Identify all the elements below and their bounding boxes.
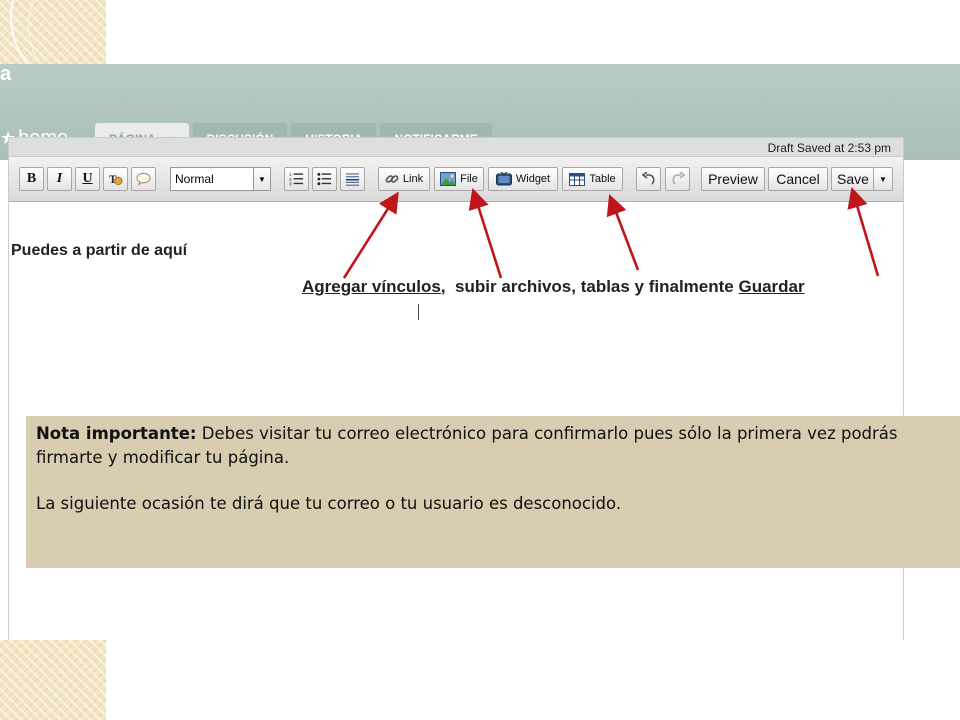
save-label: Save [837, 171, 869, 187]
bold-label: B [26, 171, 37, 186]
note-gap [36, 470, 950, 492]
format-value: Normal [175, 172, 214, 186]
annotation-text: Agregar vínculos, subir archivos, tablas… [302, 277, 805, 297]
widget-button[interactable]: Widget [488, 167, 558, 191]
redo-icon [672, 172, 685, 185]
bullet-list-icon [317, 172, 332, 186]
file-label: File [460, 173, 478, 185]
note-label: Nota importante: [36, 424, 197, 443]
numbered-list-icon: 1 2 3 [289, 172, 304, 187]
corner-decoration-bottom [0, 640, 106, 720]
site-title-fragment: a [0, 64, 12, 85]
annotation-middle: , subir archivos, tablas y finalmente [440, 277, 739, 296]
link-button[interactable]: Link [378, 167, 430, 191]
underline-label: U [82, 171, 93, 186]
text-color-icon: T [109, 174, 123, 186]
horizontal-rule-button[interactable] [340, 167, 365, 191]
numbered-list-button[interactable]: 1 2 3 [284, 167, 309, 191]
italic-label: I [56, 171, 63, 186]
bullet-list-button[interactable] [312, 167, 337, 191]
image-file-icon [440, 172, 457, 186]
widget-label: Widget [515, 173, 551, 185]
save-options-button[interactable]: ▼ [873, 167, 893, 191]
redo-button[interactable] [665, 167, 690, 191]
link-label: Link [402, 173, 424, 185]
editor-toolbar: B I U T Normal ▼ 1 2 3 Link File Widget … [9, 157, 903, 202]
chevron-down-icon: ▼ [253, 168, 270, 190]
speech-bubble-icon [136, 172, 151, 186]
table-icon [569, 172, 586, 186]
bold-button[interactable]: B [19, 167, 44, 191]
cancel-label: Cancel [776, 171, 820, 187]
editor-header: Draft Saved at 2:53 pm [9, 138, 903, 157]
intro-text: Puedes a partir de aquí [11, 242, 188, 259]
cancel-button[interactable]: Cancel [768, 167, 828, 191]
annotation-save: Guardar [738, 277, 805, 296]
note-paragraph-1: Nota importante: Debes visitar tu correo… [36, 422, 950, 470]
save-button[interactable]: Save [831, 167, 875, 191]
underline-button[interactable]: U [75, 167, 100, 191]
preview-button[interactable]: Preview [701, 167, 765, 191]
table-label: Table [589, 173, 616, 185]
svg-text:3: 3 [289, 182, 292, 187]
annotation-links: Agregar vínculos [302, 277, 441, 296]
corner-decoration-top [0, 0, 106, 64]
draft-status: Draft Saved at 2:53 pm [767, 141, 891, 155]
undo-button[interactable] [636, 167, 661, 191]
italic-button[interactable]: I [47, 167, 72, 191]
format-select[interactable]: Normal ▼ [170, 167, 271, 191]
undo-icon [641, 172, 654, 185]
chevron-down-icon: ▼ [879, 174, 887, 184]
preview-label: Preview [708, 171, 758, 187]
text-cursor [418, 304, 419, 320]
important-note: Nota importante: Debes visitar tu correo… [26, 416, 960, 568]
horizontal-rule-icon [345, 173, 360, 186]
tv-widget-icon [495, 171, 512, 185]
note-text-2: La siguiente ocasión te dirá que tu corr… [36, 494, 622, 513]
comment-button[interactable] [131, 167, 156, 191]
text-color-button[interactable]: T [103, 167, 128, 191]
table-button[interactable]: Table [562, 167, 623, 191]
chain-link-icon [385, 175, 399, 183]
decorative-curve [0, 0, 106, 64]
file-button[interactable]: File [434, 167, 484, 191]
